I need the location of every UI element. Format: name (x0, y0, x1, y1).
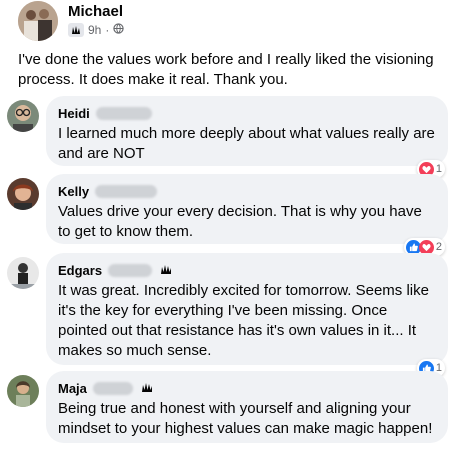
reaction-count: 1 (435, 163, 442, 175)
comment-text: It was great. Incredibly excited for tom… (58, 282, 429, 359)
top-fan-badge-icon (158, 262, 174, 279)
post-author-avatar[interactable] (18, 1, 58, 41)
comment-bubble: Maja Being true and honest with yourself… (46, 371, 448, 443)
commenter-avatar[interactable] (7, 178, 39, 210)
commenter-name[interactable]: Kelly (58, 184, 89, 199)
redacted-surname (108, 263, 153, 277)
comment-bubble: Heidi I learned much more deeply about w… (46, 96, 448, 166)
comment-text: I learned much more deeply about what va… (58, 125, 435, 162)
post-text: I've done the values work before and I r… (18, 51, 434, 88)
globe-icon (113, 23, 125, 37)
reaction-count: 2 (435, 241, 442, 253)
commenter-name[interactable]: Edgars (58, 263, 102, 278)
redacted-surname (92, 381, 133, 395)
commenter-avatar[interactable] (7, 375, 39, 407)
post-author-name[interactable]: Michael (68, 3, 123, 20)
commenter-name[interactable]: Maja (58, 381, 87, 396)
top-fan-badge-icon (139, 380, 155, 397)
commenter-avatar[interactable] (7, 100, 39, 132)
comment-bubble: Kelly Values drive your every decision. … (46, 174, 448, 244)
comment-text: Values drive your every decision. That i… (58, 203, 422, 240)
redacted-surname (95, 106, 152, 120)
separator-dot: · (105, 23, 110, 37)
redacted-surname (95, 184, 158, 198)
post-time[interactable]: 9h (88, 23, 101, 37)
comment-bubble: Edgars It was great. Incredibly excited … (46, 253, 448, 365)
commenter-name[interactable]: Heidi (58, 106, 90, 121)
group-badge-icon (68, 23, 84, 37)
comment-text: Being true and honest with yourself and … (58, 400, 433, 437)
commenter-avatar[interactable] (7, 257, 39, 289)
post-meta: 9h · (68, 23, 125, 37)
post-header: Michael 9h · (18, 0, 448, 46)
